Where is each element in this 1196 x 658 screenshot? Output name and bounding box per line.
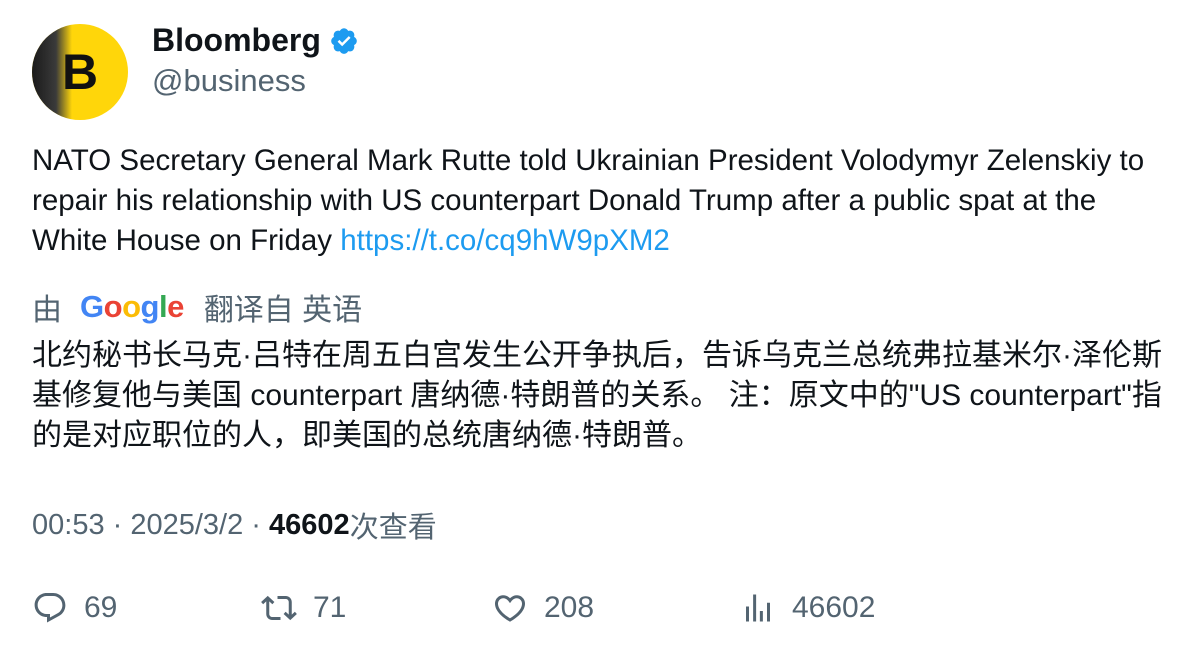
- tweet-time[interactable]: 00:53: [32, 509, 105, 542]
- author-display-name[interactable]: Bloomberg: [152, 22, 321, 59]
- retweet-count: 71: [313, 591, 347, 624]
- reply-count: 69: [84, 591, 118, 624]
- tweet-link[interactable]: https://t.co/cq9hW9pXM2: [340, 224, 670, 257]
- views-action-count: 46602: [792, 591, 876, 624]
- views-count: 46602: [269, 508, 350, 541]
- reply-button[interactable]: 69: [32, 590, 117, 626]
- translation-attribution: 由 Google 翻译自 英语: [32, 287, 362, 327]
- action-bar: 69 71 208 46602: [32, 590, 1172, 634]
- avatar-letter: B: [61, 44, 99, 100]
- views-label: 次查看: [349, 512, 437, 544]
- tweet-text: NATO Secretary General Mark Rutte told U…: [32, 141, 1172, 261]
- views-icon: [746, 594, 770, 622]
- translation-prefix: 由: [32, 294, 62, 327]
- tweet-meta: 00:53 · 2025/3/2 · 46602 次查看: [32, 504, 437, 546]
- retweet-button[interactable]: 71: [261, 590, 346, 626]
- author-handle[interactable]: @business: [152, 63, 306, 99]
- like-count: 208: [544, 591, 595, 624]
- verified-badge-icon: [331, 27, 357, 54]
- like-icon: [494, 595, 526, 622]
- like-button[interactable]: 208: [492, 590, 594, 626]
- translated-tweet-text: 北约秘书长马克·吕特在周五白宫发生公开争执后，告诉乌克兰总统弗拉基米尔·泽伦斯基…: [32, 339, 1162, 452]
- translation-source-language[interactable]: 翻译自 英语: [204, 285, 362, 329]
- author-avatar[interactable]: B: [32, 24, 128, 120]
- meta-separator: ·: [243, 508, 270, 541]
- retweet-icon: [261, 595, 297, 621]
- reply-icon: [34, 593, 66, 623]
- google-logo-icon: Google: [80, 289, 184, 324]
- views-button[interactable]: 46602: [740, 590, 875, 626]
- meta-separator: ·: [104, 508, 131, 541]
- author-name-row: Bloomberg: [152, 22, 359, 59]
- tweet-date[interactable]: 2025/3/2: [130, 509, 243, 542]
